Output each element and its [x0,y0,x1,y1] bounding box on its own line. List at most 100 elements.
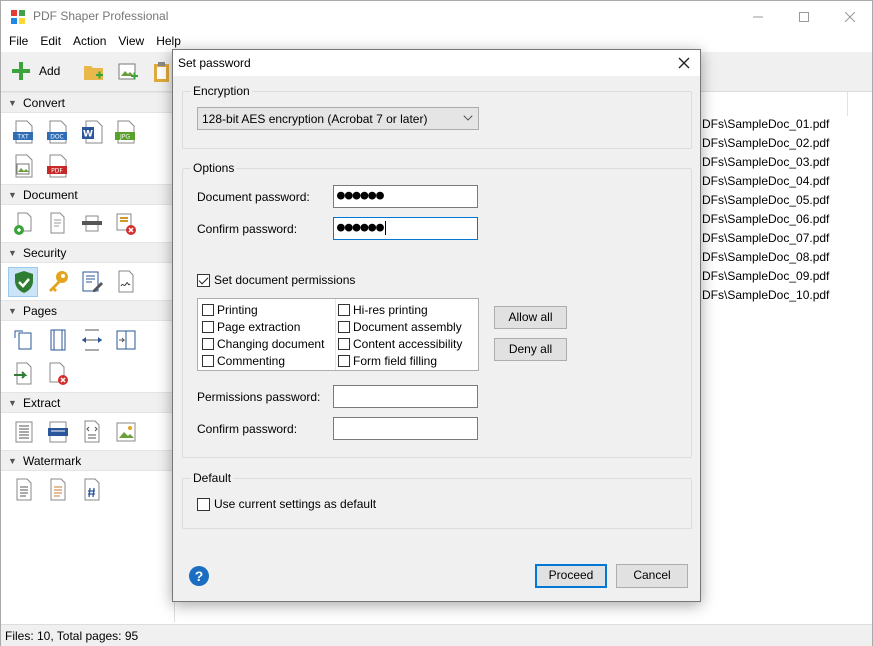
file-item[interactable]: DFs\SampleDoc_10.pdf [702,288,829,302]
permission-changing-document[interactable]: Changing document [202,337,324,351]
permission-commenting[interactable]: Commenting [202,354,285,368]
add-label: Add [39,64,61,78]
shield-check-icon[interactable] [13,270,35,294]
delete-pages-icon[interactable] [47,362,69,386]
extract-code-icon[interactable] [81,420,103,444]
rotate-pages-icon[interactable] [13,328,35,352]
word-convert-icon[interactable]: W [81,120,103,144]
image-watermark-icon[interactable] [47,478,69,502]
checkbox[interactable] [202,338,214,350]
set-permissions-checkbox[interactable] [197,274,210,287]
file-item[interactable]: DFs\SampleDoc_01.pdf [702,117,829,131]
menu-view[interactable]: View [118,32,144,51]
add-button[interactable]: Add [11,61,60,81]
extract-pages-icon[interactable] [13,362,35,386]
checkbox[interactable] [202,355,214,367]
sidebar-section-security[interactable]: ▼ Security [1,242,173,263]
permission-label: Commenting [217,354,286,368]
checkbox[interactable] [202,321,214,333]
permission-printing[interactable]: Printing [202,303,258,317]
confirm-password-field[interactable]: ●●●●●● [333,217,478,240]
dialog-title-bar: Set password [173,50,700,76]
edit-document-icon[interactable] [81,270,103,294]
allow-all-button[interactable]: Allow all [494,306,567,329]
resize-pages-icon[interactable] [81,328,103,352]
add-image-icon[interactable] [117,61,139,83]
extract-images-icon[interactable] [115,420,137,444]
proceed-button[interactable]: Proceed [535,564,607,588]
add-folder-icon[interactable] [83,61,105,83]
permission-label: Changing document [217,337,325,351]
permission-content-accessibility[interactable]: Content accessibility [338,337,462,351]
crop-pages-icon[interactable] [47,328,69,352]
file-item[interactable]: DFs\SampleDoc_08.pdf [702,250,829,264]
permission-page-extraction[interactable]: Page extraction [202,320,300,334]
encryption-select[interactable]: 128-bit AES encryption (Acrobat 7 or lat… [197,107,479,130]
sidebar-section-pages[interactable]: ▼ Pages [1,300,173,321]
permissions-password-field[interactable] [333,385,478,408]
extract-table-icon[interactable] [47,420,69,444]
close-button[interactable] [827,1,873,32]
jpg-convert-icon[interactable]: JPG [115,120,137,144]
chevron-down-icon: ▼ [8,190,17,200]
page-number-icon[interactable] [81,478,103,502]
permission-label: Page extraction [217,320,301,334]
minimize-button[interactable] [735,1,781,32]
split-pages-icon[interactable] [115,328,137,352]
file-item[interactable]: DFs\SampleDoc_07.pdf [702,231,829,245]
text-watermark-icon[interactable] [13,478,35,502]
menu-action[interactable]: Action [73,32,106,51]
file-item[interactable]: DFs\SampleDoc_02.pdf [702,136,829,150]
split-document-icon[interactable] [47,212,69,236]
file-item[interactable]: DFs\SampleDoc_06.pdf [702,212,829,226]
remove-document-icon[interactable] [115,212,137,236]
image-convert-icon[interactable] [13,154,35,178]
menu-edit[interactable]: Edit [40,32,61,51]
document-info-icon[interactable] [81,212,103,236]
permission-label: Content accessibility [353,337,463,351]
sidebar-section-convert[interactable]: ▼ Convert [1,92,173,113]
permission-label: Printing [217,303,258,317]
confirm-password-label: Confirm password: [197,222,298,236]
key-icon[interactable] [47,270,69,294]
checkbox[interactable] [338,321,350,333]
permission-hi-res-printing[interactable]: Hi-res printing [338,303,428,317]
checkbox[interactable] [338,304,350,316]
cancel-button[interactable]: Cancel [616,564,688,588]
set-permissions-label: Set document permissions [214,273,356,287]
sidebar-section-document[interactable]: ▼ Document [1,184,173,205]
file-item[interactable]: DFs\SampleDoc_04.pdf [702,174,829,188]
dialog-close-icon[interactable] [674,53,694,73]
minimize-icon [753,16,763,17]
file-item[interactable]: DFs\SampleDoc_09.pdf [702,269,829,283]
extract-text-icon[interactable] [13,420,35,444]
maximize-button[interactable] [781,1,827,32]
document-password-field[interactable]: ●●●●●● [333,185,478,208]
permissions-confirm-field[interactable] [333,417,478,440]
menu-file[interactable]: File [9,32,28,51]
file-item[interactable]: DFs\SampleDoc_03.pdf [702,155,829,169]
word-format-label: W [83,130,93,140]
use-current-default-checkbox[interactable] [197,498,210,511]
encryption-select-value: 128-bit AES encryption (Acrobat 7 or lat… [202,112,428,126]
merge-document-icon[interactable] [13,212,35,236]
signature-icon[interactable] [115,270,137,294]
checkbox[interactable] [202,304,214,316]
section-label: Extract [23,396,61,410]
options-group-label: Options [191,161,237,175]
permission-label: Document assembly [353,320,462,334]
doc-convert-icon[interactable]: DOC [47,120,69,144]
checkbox[interactable] [338,355,350,367]
checkbox[interactable] [338,338,350,350]
help-icon[interactable]: ? [189,566,209,586]
permission-document-assembly[interactable]: Document assembly [338,320,462,334]
deny-all-button[interactable]: Deny all [494,338,567,361]
file-item[interactable]: DFs\SampleDoc_05.pdf [702,193,829,207]
section-label: Watermark [23,454,82,468]
clipboard-icon[interactable] [151,61,173,83]
sidebar-section-extract[interactable]: ▼ Extract [1,392,173,413]
pdf-convert-icon[interactable]: PDF [47,154,69,178]
permission-form-field-filling[interactable]: Form field filling [338,354,437,368]
sidebar-section-watermark[interactable]: ▼ Watermark [1,450,173,471]
txt-convert-icon[interactable]: TXT [13,120,35,144]
